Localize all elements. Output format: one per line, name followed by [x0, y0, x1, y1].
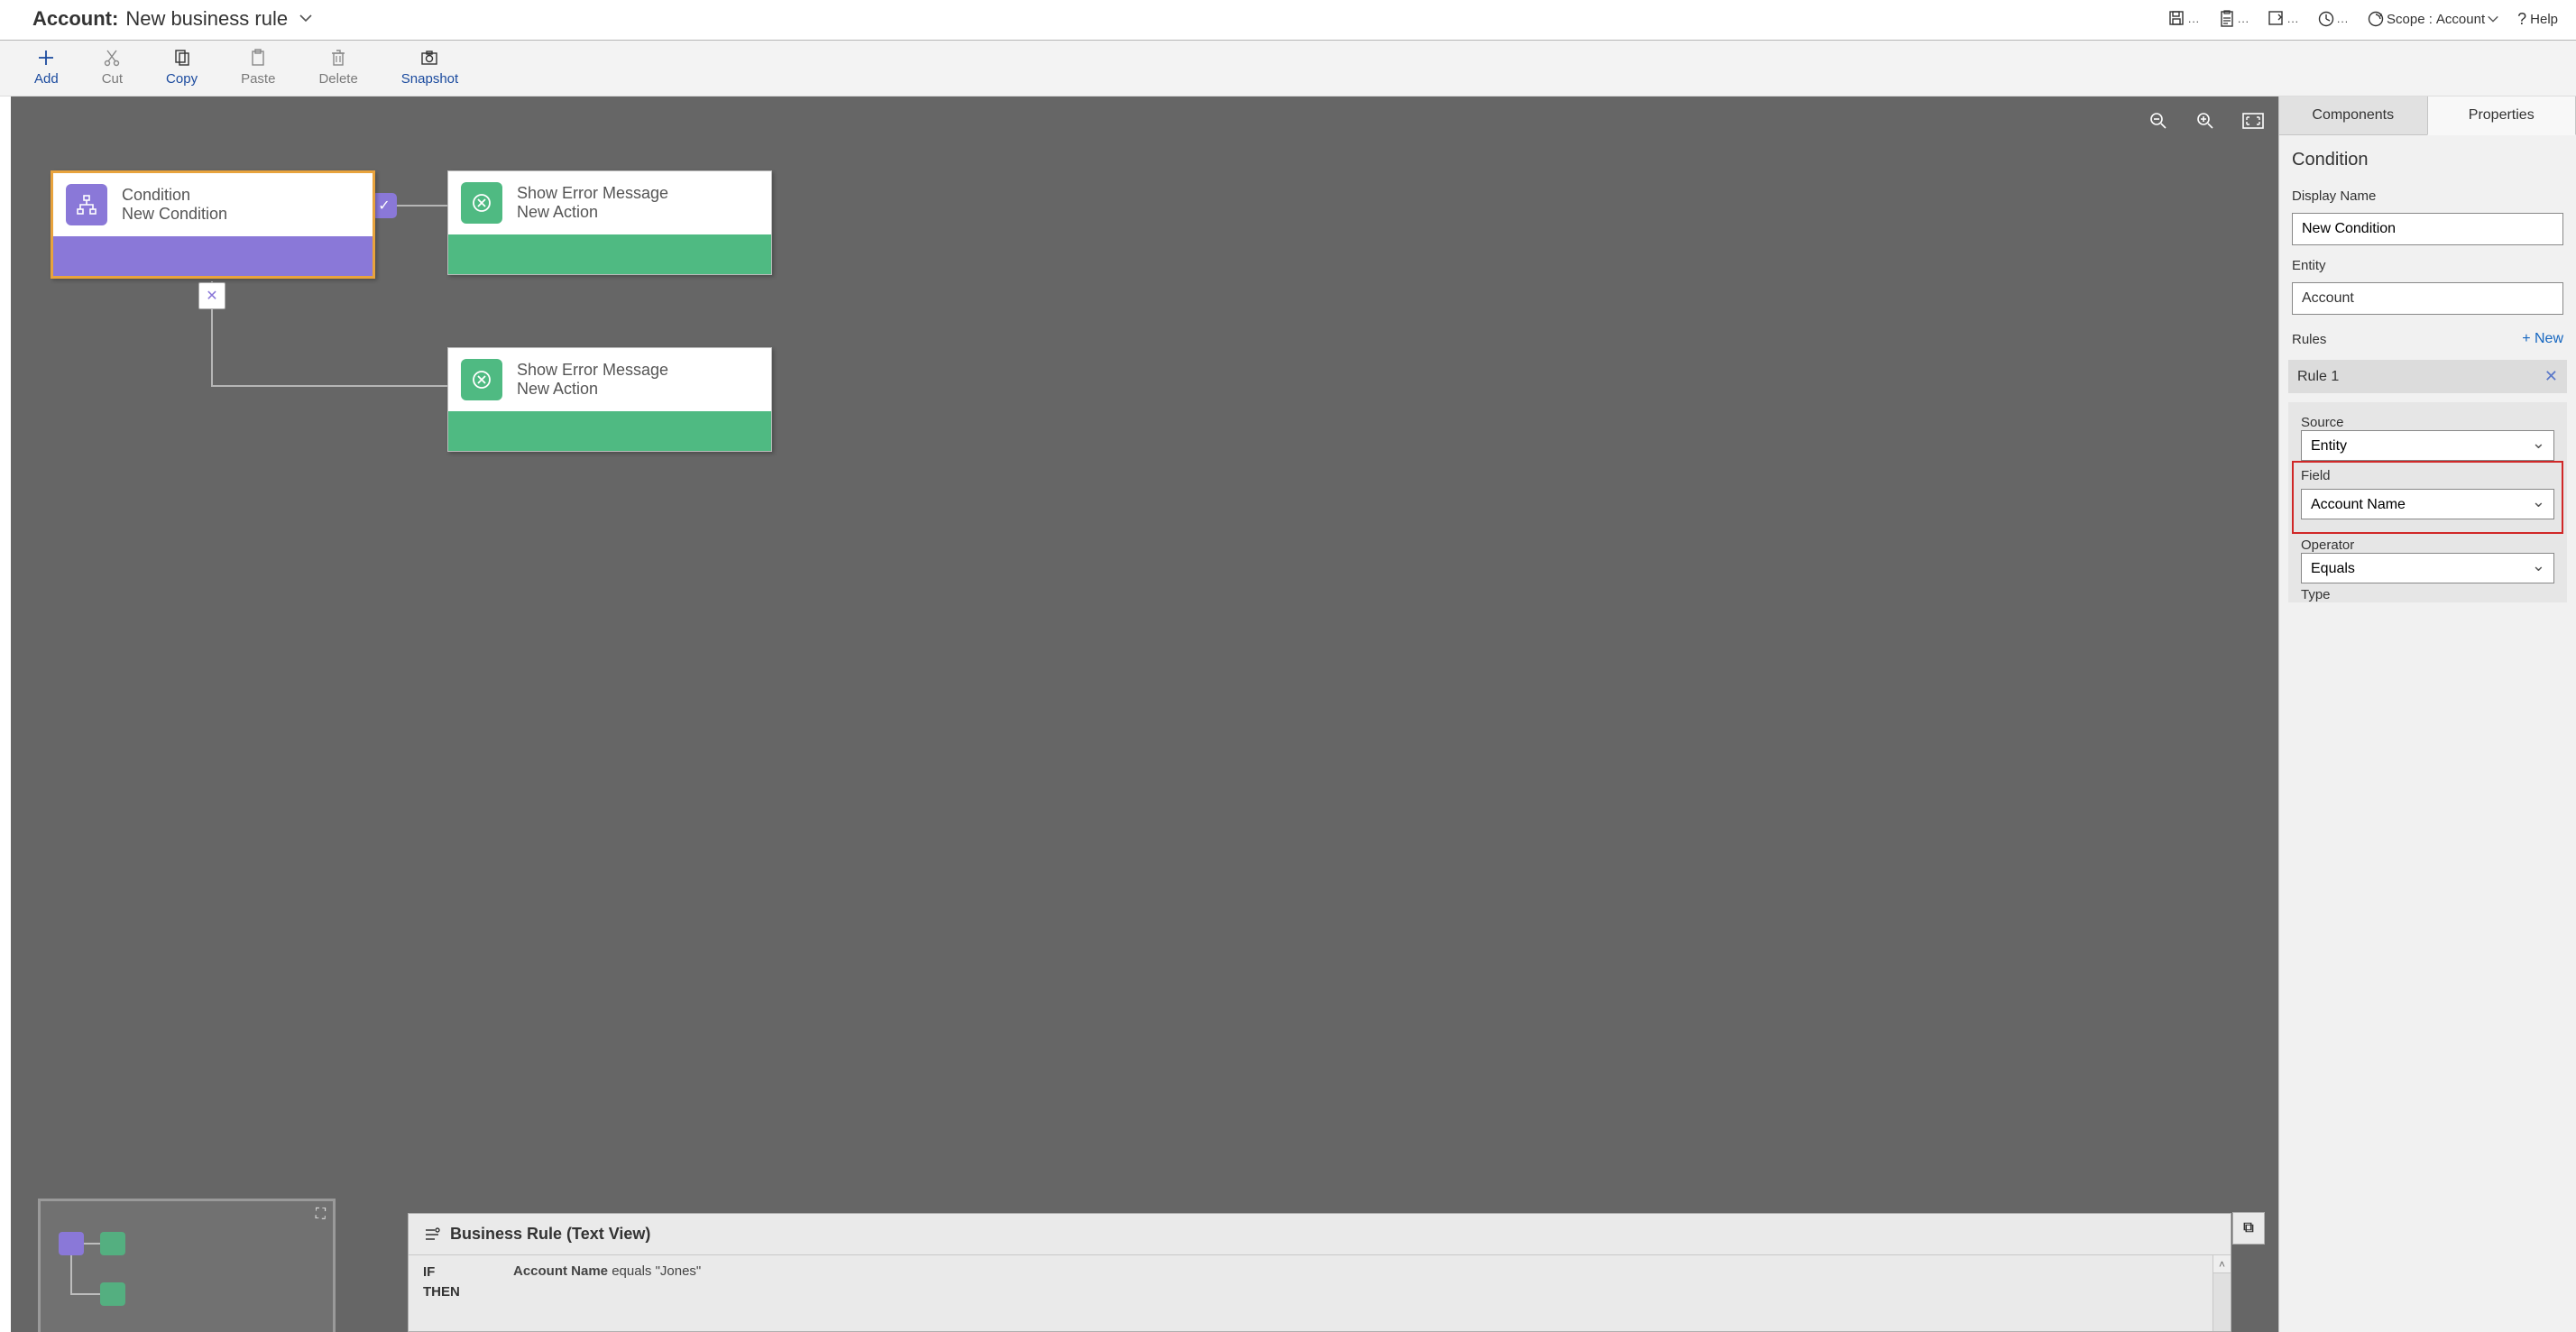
rule-title[interactable]: Account: New business rule	[32, 7, 313, 31]
if-keyword: IF	[423, 1264, 435, 1280]
save-button[interactable]: ...	[2268, 10, 2299, 28]
connector-line	[211, 385, 447, 387]
help-icon: ?	[2517, 10, 2526, 29]
operator-select[interactable]: Equals	[2301, 553, 2554, 583]
node-title: Show Error Message	[517, 184, 668, 203]
source-select[interactable]: Entity	[2301, 430, 2554, 461]
field-label: Field	[2301, 468, 2554, 483]
plus-icon	[36, 48, 56, 68]
scope-value: Account	[2436, 12, 2485, 27]
display-name-label: Display Name	[2292, 188, 2563, 204]
title-bar: Account: New business rule ... ... ... .…	[0, 0, 2576, 41]
text-view-scrollbar[interactable]: ˄	[2213, 1255, 2231, 1331]
node-subtitle: New Action	[517, 380, 668, 399]
scope-label: Scope :	[2387, 12, 2433, 27]
false-connector[interactable]: ✕	[198, 282, 225, 309]
zoom-out-button[interactable]	[2148, 111, 2168, 131]
fit-screen-button[interactable]	[2242, 111, 2264, 131]
designer-canvas[interactable]: ✓ ✕ Condition New Condition	[11, 96, 2278, 1332]
paste-icon	[248, 48, 268, 68]
help-button[interactable]: ? Help	[2517, 10, 2558, 29]
copy-button[interactable]: Copy	[166, 48, 198, 87]
chevron-down-icon[interactable]	[299, 11, 313, 25]
entity-name: Account:	[32, 7, 118, 31]
action-node-1[interactable]: Show Error Message New Action	[447, 170, 772, 275]
rules-label: Rules	[2292, 332, 2326, 347]
then-keyword: THEN	[423, 1284, 460, 1300]
validate-button[interactable]: ...	[2218, 10, 2249, 28]
zoom-in-button[interactable]	[2195, 111, 2215, 131]
type-label: Type	[2301, 587, 2554, 602]
entity-label: Entity	[2292, 258, 2563, 273]
snapshot-button[interactable]: Snapshot	[401, 48, 458, 87]
save-as-button[interactable]: ...	[2168, 10, 2200, 28]
tab-components[interactable]: Components	[2279, 96, 2427, 135]
node-title: Condition	[122, 186, 227, 205]
node-subtitle: New Action	[517, 203, 668, 222]
scissors-icon	[102, 48, 122, 68]
scope-dropdown[interactable]: Scope : Account	[2367, 10, 2499, 28]
copy-icon	[172, 48, 192, 68]
minimap[interactable]: ⛶	[38, 1199, 336, 1332]
error-message-icon	[461, 359, 502, 400]
action-node-2[interactable]: Show Error Message New Action	[447, 347, 772, 452]
paste-button[interactable]: Paste	[241, 48, 275, 87]
minimap-expand-icon[interactable]: ⛶	[316, 1207, 326, 1223]
condition-icon	[66, 184, 107, 225]
error-message-icon	[461, 182, 502, 224]
camera-icon	[419, 48, 439, 68]
popout-button[interactable]: ⧉	[2232, 1212, 2265, 1245]
condition-node[interactable]: Condition New Condition	[51, 170, 375, 279]
toolbar: Add Cut Copy Paste Delete Snapshot	[0, 41, 2576, 96]
source-label: Source	[2301, 415, 2554, 430]
rule-name: New business rule	[125, 7, 288, 31]
section-title: Condition	[2292, 150, 2563, 170]
new-rule-button[interactable]: + New	[2522, 331, 2563, 347]
true-connector[interactable]: ✓	[372, 193, 397, 218]
activate-button[interactable]: ...	[2317, 10, 2349, 28]
text-view-icon	[423, 1226, 441, 1244]
node-subtitle: New Condition	[122, 205, 227, 224]
canvas-wrap: ✓ ✕ Condition New Condition	[0, 96, 2278, 1332]
tab-properties[interactable]: Properties	[2427, 96, 2576, 135]
add-button[interactable]: Add	[34, 48, 59, 87]
cut-button[interactable]: Cut	[102, 48, 123, 87]
properties-panel: Components Properties Condition Display …	[2278, 96, 2576, 1332]
entity-input	[2292, 282, 2563, 315]
trash-icon	[328, 48, 348, 68]
scroll-up-button[interactable]: ˄	[2213, 1255, 2231, 1273]
operator-label: Operator	[2301, 537, 2554, 553]
delete-button[interactable]: Delete	[318, 48, 357, 87]
text-view-panel: Business Rule (Text View) ⧉ IF Account N…	[408, 1213, 2231, 1332]
text-view-title: Business Rule (Text View)	[450, 1225, 650, 1244]
close-icon[interactable]: ✕	[2544, 367, 2558, 386]
rule-header[interactable]: Rule 1 ✕	[2288, 360, 2567, 393]
field-highlight: Field Account Name	[2292, 461, 2563, 534]
node-title: Show Error Message	[517, 361, 668, 380]
display-name-input[interactable]	[2292, 213, 2563, 245]
field-select[interactable]: Account Name	[2301, 489, 2554, 519]
